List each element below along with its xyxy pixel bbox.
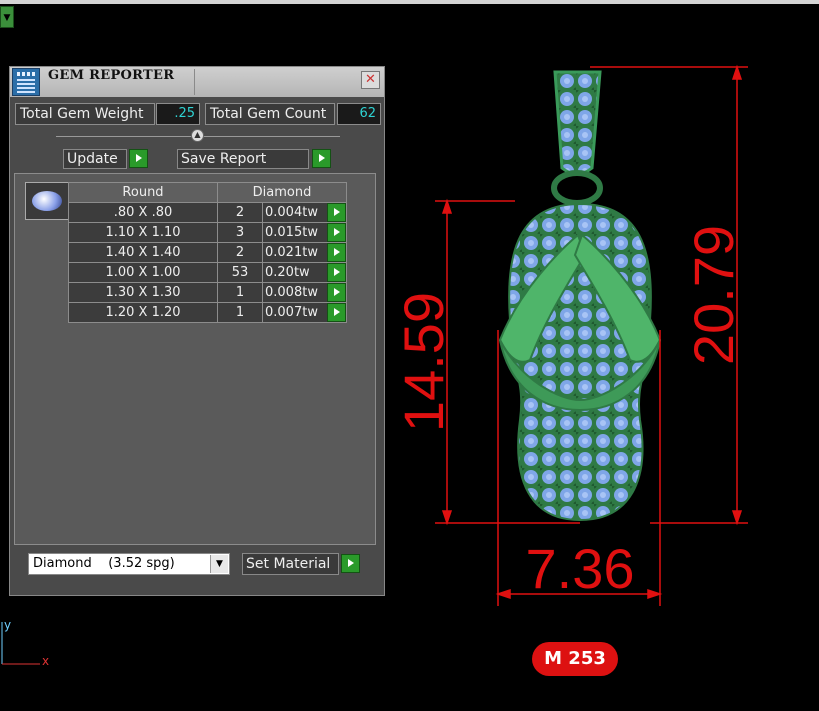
gem-size: .80 X .80 [68,202,218,223]
viewport-top-border [0,0,819,4]
pendant-jump-ring [551,170,603,206]
gem-weight: 0.007tw [265,305,318,320]
gem-weight-cell: 0.015tw [262,222,347,243]
gem-count: 1 [217,302,263,323]
gem-weight: 0.20tw [265,265,310,280]
dimension-height-label: 14.59 [392,292,455,432]
axis-y-label: y [4,618,12,632]
header-material: Diamond [217,182,347,203]
gem-table-header: Round Diamond [68,182,347,203]
total-gem-count-value: 62 [337,103,381,125]
row-go-button[interactable] [327,303,346,322]
pendant-bail [553,70,602,176]
table-row[interactable]: 1.10 X 1.10 3 0.015tw [68,222,347,243]
gem-weight: 0.015tw [265,225,318,240]
panel-titlebar[interactable]: GEM REPORTER ✕ [10,67,384,97]
update-go-button[interactable] [129,149,148,168]
update-button[interactable]: Update [63,149,127,169]
viewport-canvas[interactable]: 14.59 20.79 7.36 [385,40,805,620]
gem-weight-cell: 0.008tw [262,282,347,303]
gem-count: 1 [217,282,263,303]
gem-weight: 0.004tw [265,205,318,220]
gem-weight-cell: 0.021tw [262,242,347,263]
gem-table: Round Diamond .80 X .80 2 0.004tw 1.10 X… [68,182,347,323]
row-go-button[interactable] [327,203,346,222]
chevron-down-icon[interactable]: ▼ [210,555,228,573]
model-code-badge: M 253 [532,642,618,676]
set-material-go-button[interactable] [341,554,360,573]
total-gem-count-label: Total Gem Count [205,103,335,125]
save-report-button[interactable]: Save Report [177,149,309,169]
close-button[interactable]: ✕ [361,71,380,89]
gem-size: 1.00 X 1.00 [68,262,218,283]
gem-size: 1.30 X 1.30 [68,282,218,303]
row-go-button[interactable] [327,223,346,242]
row-go-button[interactable] [327,263,346,282]
gem-count: 2 [217,202,263,223]
gem-weight: 0.008tw [265,285,318,300]
table-row[interactable]: .80 X .80 2 0.004tw [68,202,347,223]
set-material-button[interactable]: Set Material [242,553,339,575]
save-report-go-button[interactable] [312,149,331,168]
gem-weight-cell: 0.20tw [262,262,347,283]
gem-size: 1.20 X 1.20 [68,302,218,323]
panel-title: GEM REPORTER [48,68,175,83]
axis-indicator: y x [0,618,60,672]
header-shape: Round [68,182,218,203]
table-row[interactable]: 1.00 X 1.00 53 0.20tw [68,262,347,283]
gem-count: 2 [217,242,263,263]
total-gem-weight-label: Total Gem Weight [15,103,155,125]
table-row[interactable]: 1.20 X 1.20 1 0.007tw [68,302,347,323]
gem-size: 1.40 X 1.40 [68,242,218,263]
viewport-menu-button[interactable]: ▼ [0,6,14,28]
dimension-total-height-label: 20.79 [682,225,745,365]
panel-slider-thumb[interactable]: ▲ [191,129,204,142]
gem-count: 53 [217,262,263,283]
axis-x-label: x [42,654,50,668]
dropdown-arrow-icon: ▼ [3,13,11,23]
gem-weight: 0.021tw [265,245,318,260]
round-gem-icon[interactable] [25,182,69,220]
gem-count: 3 [217,222,263,243]
dimension-width-label: 7.36 [526,537,635,600]
row-go-button[interactable] [327,283,346,302]
table-row[interactable]: 1.40 X 1.40 2 0.021tw [68,242,347,263]
gem-reporter-icon [12,68,40,96]
gem-weight-cell: 0.004tw [262,202,347,223]
gem-size: 1.10 X 1.10 [68,222,218,243]
row-go-button[interactable] [327,243,346,262]
table-row[interactable]: 1.30 X 1.30 1 0.008tw [68,282,347,303]
total-gem-weight-value: .25 [156,103,200,125]
gem-weight-cell: 0.007tw [262,302,347,323]
material-select[interactable]: Diamond (3.52 spg) ▼ [28,553,230,575]
gem-list-area: Round Diamond .80 X .80 2 0.004tw 1.10 X… [14,173,376,545]
titlebar-divider [194,69,195,95]
gem-reporter-panel: GEM REPORTER ✕ Total Gem Weight .25 Tota… [9,66,385,596]
close-icon: ✕ [365,72,376,87]
material-select-value: Diamond (3.52 spg) [33,556,175,571]
